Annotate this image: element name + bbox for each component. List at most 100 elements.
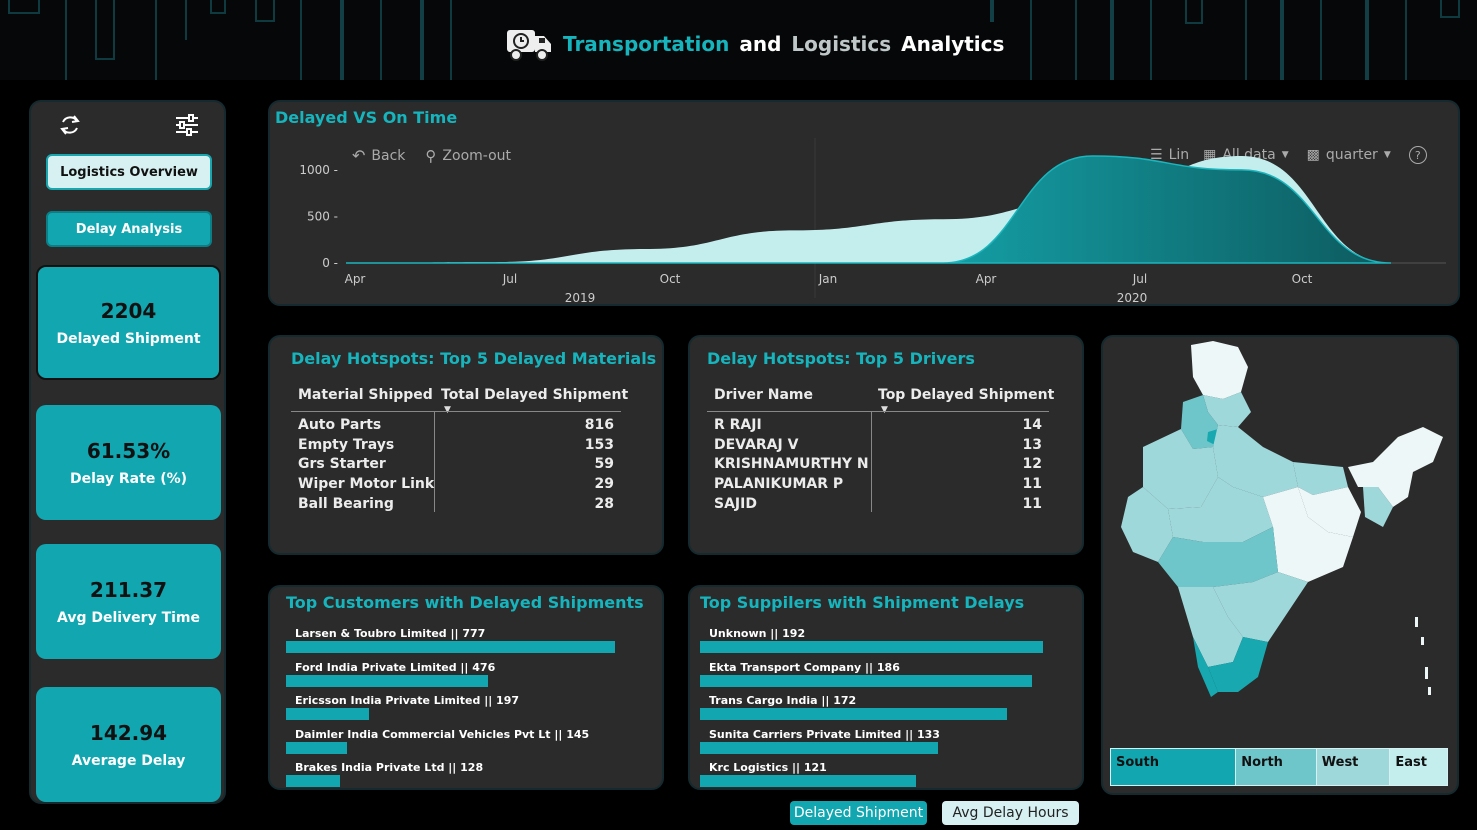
suppliers-panel: Top Suppilers with Shipment Delays Unkno…	[688, 585, 1084, 790]
bar-label: Daimler India Commercial Vehicles Pvt Lt…	[295, 727, 590, 741]
materials-panel: Delay Hotspots: Top 5 Delayed Materials …	[268, 335, 664, 555]
bar-label: Trans Cargo India || 172	[709, 694, 857, 707]
header-decoration	[255, 0, 275, 22]
table-row-name: DEVARAJ V	[714, 437, 799, 453]
bar[interactable]	[286, 708, 370, 720]
kpi-value: 142.94	[89, 720, 168, 745]
bar[interactable]	[700, 708, 1008, 720]
avg-delay-hours-toggle[interactable]: Avg Delay Hours	[942, 801, 1079, 825]
header-decoration	[1150, 0, 1152, 80]
kpi-card-delayed-shipment: 2204 Delayed Shipment	[36, 265, 221, 380]
title-word-logistics: Logistics	[791, 32, 892, 56]
x-tick-label: Jul	[1132, 272, 1147, 286]
header-decoration	[1405, 0, 1407, 80]
kpi-card-avg-delivery-time: 211.37 Avg Delivery Time	[36, 544, 221, 659]
header-decoration	[1320, 0, 1322, 80]
bar[interactable]	[700, 775, 917, 787]
sliders-icon[interactable]	[174, 112, 200, 138]
title-word-transportation: Transportation	[563, 32, 730, 56]
bar[interactable]	[286, 641, 615, 653]
header-decoration	[95, 0, 115, 60]
truck-clock-icon	[507, 30, 551, 61]
title-word-and: and	[739, 32, 782, 56]
delayed-shipment-toggle[interactable]: Delayed Shipment	[790, 801, 927, 825]
customers-title: Top Customers with Delayed Shipments	[286, 593, 644, 612]
bar[interactable]	[700, 674, 1033, 687]
header-decoration	[210, 0, 226, 14]
kpi-value: 2204	[100, 298, 157, 323]
header-decoration	[1110, 0, 1114, 80]
refresh-icon[interactable]	[57, 112, 83, 138]
legend-item-south[interactable]: South	[1111, 749, 1237, 785]
delayed-vs-ontime-panel: Delayed VS On Time ↶ Back ⚲ Zoom-out ☰ L…	[268, 100, 1460, 306]
header-decoration	[1365, 0, 1369, 80]
header-decoration	[65, 0, 67, 80]
table-row-name: Empty Trays	[298, 437, 395, 453]
header-decoration	[185, 0, 187, 40]
bar-label: Krc Logistics || 121	[709, 761, 827, 774]
bar[interactable]	[286, 674, 488, 687]
table-row-value: 816	[584, 417, 614, 433]
drivers-panel: Delay Hotspots: Top 5 Drivers Driver Nam…	[688, 335, 1084, 555]
header-decoration	[300, 0, 302, 80]
table-row-name: Grs Starter	[298, 456, 386, 472]
sort-desc-icon: ▼	[444, 405, 451, 415]
header-decoration	[1030, 0, 1032, 80]
bar[interactable]	[700, 641, 1043, 653]
header-bar: Transportation and Logistics Analytics	[0, 0, 1477, 80]
x-tick-label: Jul	[502, 272, 517, 286]
header-decoration	[1245, 0, 1247, 80]
year-label: 2019	[565, 291, 596, 302]
table-row-name: R RAJI	[714, 417, 762, 433]
column-header-top-delayed[interactable]: Top Delayed Shipment	[878, 387, 1054, 411]
table-row-name: Wiper Motor Link	[298, 476, 435, 492]
kpi-value: 61.53%	[86, 438, 171, 463]
header-decoration	[1185, 0, 1203, 24]
x-tick-label: Oct	[660, 272, 681, 286]
y-tick-label: 0 -	[322, 256, 338, 270]
bar[interactable]	[700, 741, 938, 754]
nav-delay-analysis[interactable]: Delay Analysis	[46, 211, 212, 247]
suppliers-title: Top Suppilers with Shipment Delays	[700, 593, 1025, 612]
nav-logistics-overview[interactable]: Logistics Overview	[46, 154, 212, 190]
legend-item-west[interactable]: West	[1316, 749, 1391, 785]
header-decoration	[8, 0, 40, 14]
column-header-material[interactable]: Material Shipped	[298, 387, 433, 411]
kpi-label: Delayed Shipment	[56, 330, 201, 347]
area-chart: 0 - 500 - 1000 - Apr Jul Oct Jan Apr Jul Oct 2019 2…	[299, 138, 1446, 302]
table-row-name: Auto Parts	[298, 417, 382, 433]
drivers-title: Delay Hotspots: Top 5 Drivers	[707, 349, 975, 368]
header-decoration	[1280, 0, 1284, 80]
table-row-name: SAJID	[714, 496, 757, 512]
india-map[interactable]	[1103, 337, 1457, 737]
table-row-name: KRISHNAMURTHY N	[714, 456, 869, 472]
column-header-driver[interactable]: Driver Name	[714, 387, 813, 411]
sidebar: Logistics Overview Delay Analysis 2204 D…	[29, 100, 226, 804]
header-decoration	[1440, 0, 1460, 18]
header-decoration	[1075, 0, 1077, 80]
bar[interactable]	[286, 775, 341, 787]
table-row-value: 11	[1022, 496, 1042, 512]
y-tick-label: 1000 -	[299, 163, 338, 177]
x-tick-label: Apr	[976, 272, 997, 286]
kpi-label: Average Delay	[71, 752, 186, 769]
table-row-value: 153	[584, 437, 614, 453]
y-tick-label: 500 -	[307, 209, 338, 223]
kpi-card-delay-rate: 61.53% Delay Rate (%)	[36, 405, 221, 520]
table-row-name: PALANIKUMAR P	[714, 476, 844, 492]
page-title: Transportation and Logistics Analytics	[505, 26, 1004, 62]
legend-item-north[interactable]: North	[1236, 749, 1317, 785]
bar-label: Ford India Private Limited || 476	[295, 660, 496, 674]
kpi-label: Delay Rate (%)	[69, 470, 188, 487]
customers-panel: Top Customers with Delayed Shipments Lar…	[268, 585, 664, 790]
bar-label: Sunita Carriers Private Limited || 133	[709, 727, 940, 741]
table-row-value: 13	[1022, 437, 1042, 453]
table-row-value: 28	[594, 496, 614, 512]
bar-label: Brakes India Private Ltd || 128	[295, 761, 484, 774]
table-row-value: 14	[1022, 417, 1042, 433]
table-header-divider	[707, 411, 1049, 412]
column-header-total-delayed[interactable]: Total Delayed Shipment	[441, 387, 628, 411]
year-label: 2020	[1117, 291, 1148, 302]
bar[interactable]	[286, 741, 348, 754]
legend-item-east[interactable]: East	[1390, 749, 1448, 785]
